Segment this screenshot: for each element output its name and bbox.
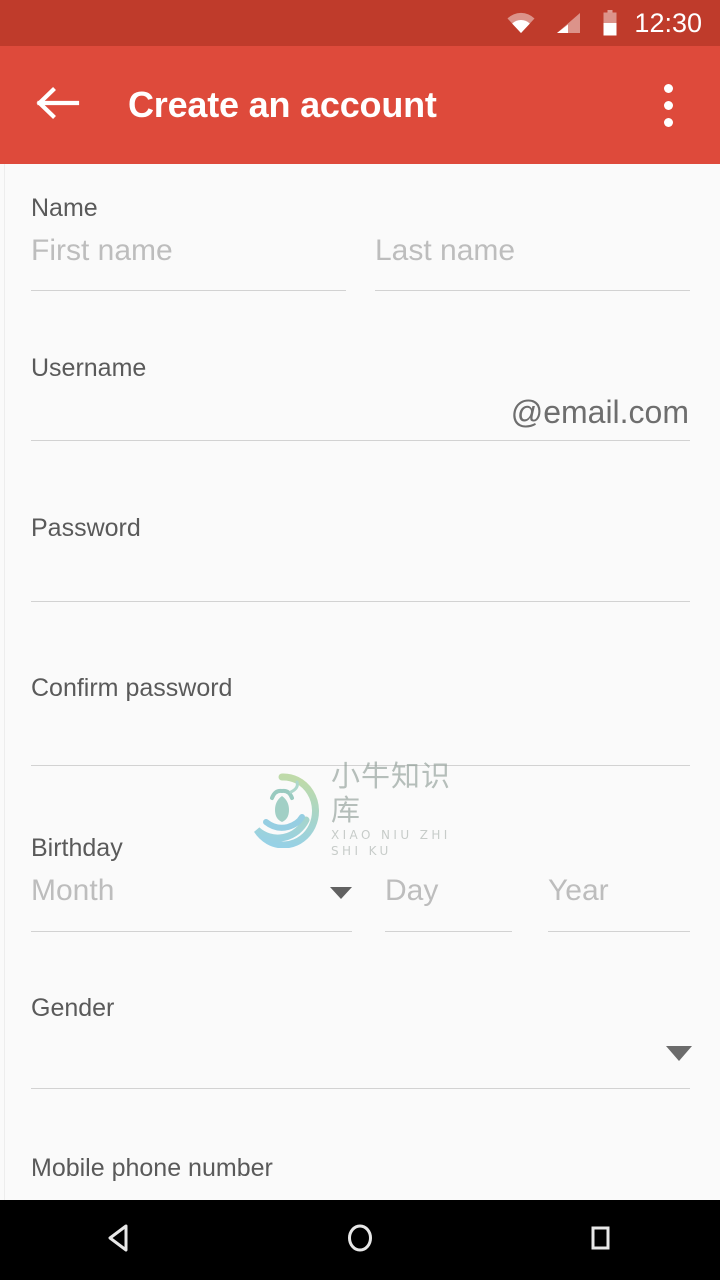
password-input[interactable] [31,546,690,601]
confirm-password-field-label: Confirm password [31,674,233,702]
page-title: Create an account [128,84,437,125]
confirm-password-input[interactable] [31,709,690,765]
gender-field-label: Gender [31,994,115,1022]
signal-icon [554,11,582,35]
gender-select[interactable] [31,1030,690,1088]
scroll-edge-divider [4,164,5,1201]
birthday-month-tap-area[interactable] [31,864,352,931]
watermark-pinyin-text: XIAO NIU ZHI SHI KU [331,828,451,858]
back-navigation-button[interactable] [22,69,94,141]
arrow-left-icon [36,86,80,125]
app-bar: Create an account [0,46,720,164]
mobile-phone-field-label: Mobile phone number [31,1154,273,1182]
last-name-tap-area[interactable] [375,224,690,290]
birthday-day-underline [385,931,512,932]
first-name-underline [31,290,346,291]
more-vertical-icon [663,80,673,131]
gender-underline [31,1088,690,1089]
wifi-icon [506,11,536,35]
nav-home-button[interactable] [305,1200,415,1280]
birthday-year-underline [548,931,690,932]
nav-back-triangle-icon [102,1220,138,1261]
last-name-underline [375,290,690,291]
username-input[interactable] [31,380,690,440]
birthday-day-tap-area[interactable] [385,864,512,931]
watermark: 小牛知识库 XIAO NIU ZHI SHI KU [243,759,478,858]
birthday-month-underline [31,931,352,932]
android-navigation-bar [0,1200,720,1280]
watermark-text: 小牛知识库 XIAO NIU ZHI SHI KU [331,759,478,859]
ox-circle-logo-icon [243,770,321,849]
status-bar: 12:30 [0,0,720,46]
password-field-label: Password [31,514,141,542]
battery-icon [602,10,618,36]
nav-recents-button[interactable] [545,1200,655,1280]
birthday-year-tap-area[interactable] [548,864,690,931]
first-name-tap-area[interactable] [31,224,346,290]
overflow-menu-button[interactable] [638,69,698,141]
status-bar-clock: 12:30 [634,8,702,38]
android-screen: 12:30 Create an account Name First name … [0,0,720,1280]
confirm-password-underline [31,765,690,766]
watermark-chinese-text: 小牛知识库 [331,759,452,827]
nav-recents-square-icon [582,1220,618,1261]
nav-home-circle-icon [342,1220,378,1261]
password-underline [31,601,690,602]
registration-form: Name First name Last name Username @emai… [0,164,720,1201]
username-underline [31,440,690,441]
nav-back-button[interactable] [65,1200,175,1280]
birthday-field-label: Birthday [31,834,123,862]
username-field-label: Username [31,354,147,382]
name-field-label: Name [31,194,98,222]
